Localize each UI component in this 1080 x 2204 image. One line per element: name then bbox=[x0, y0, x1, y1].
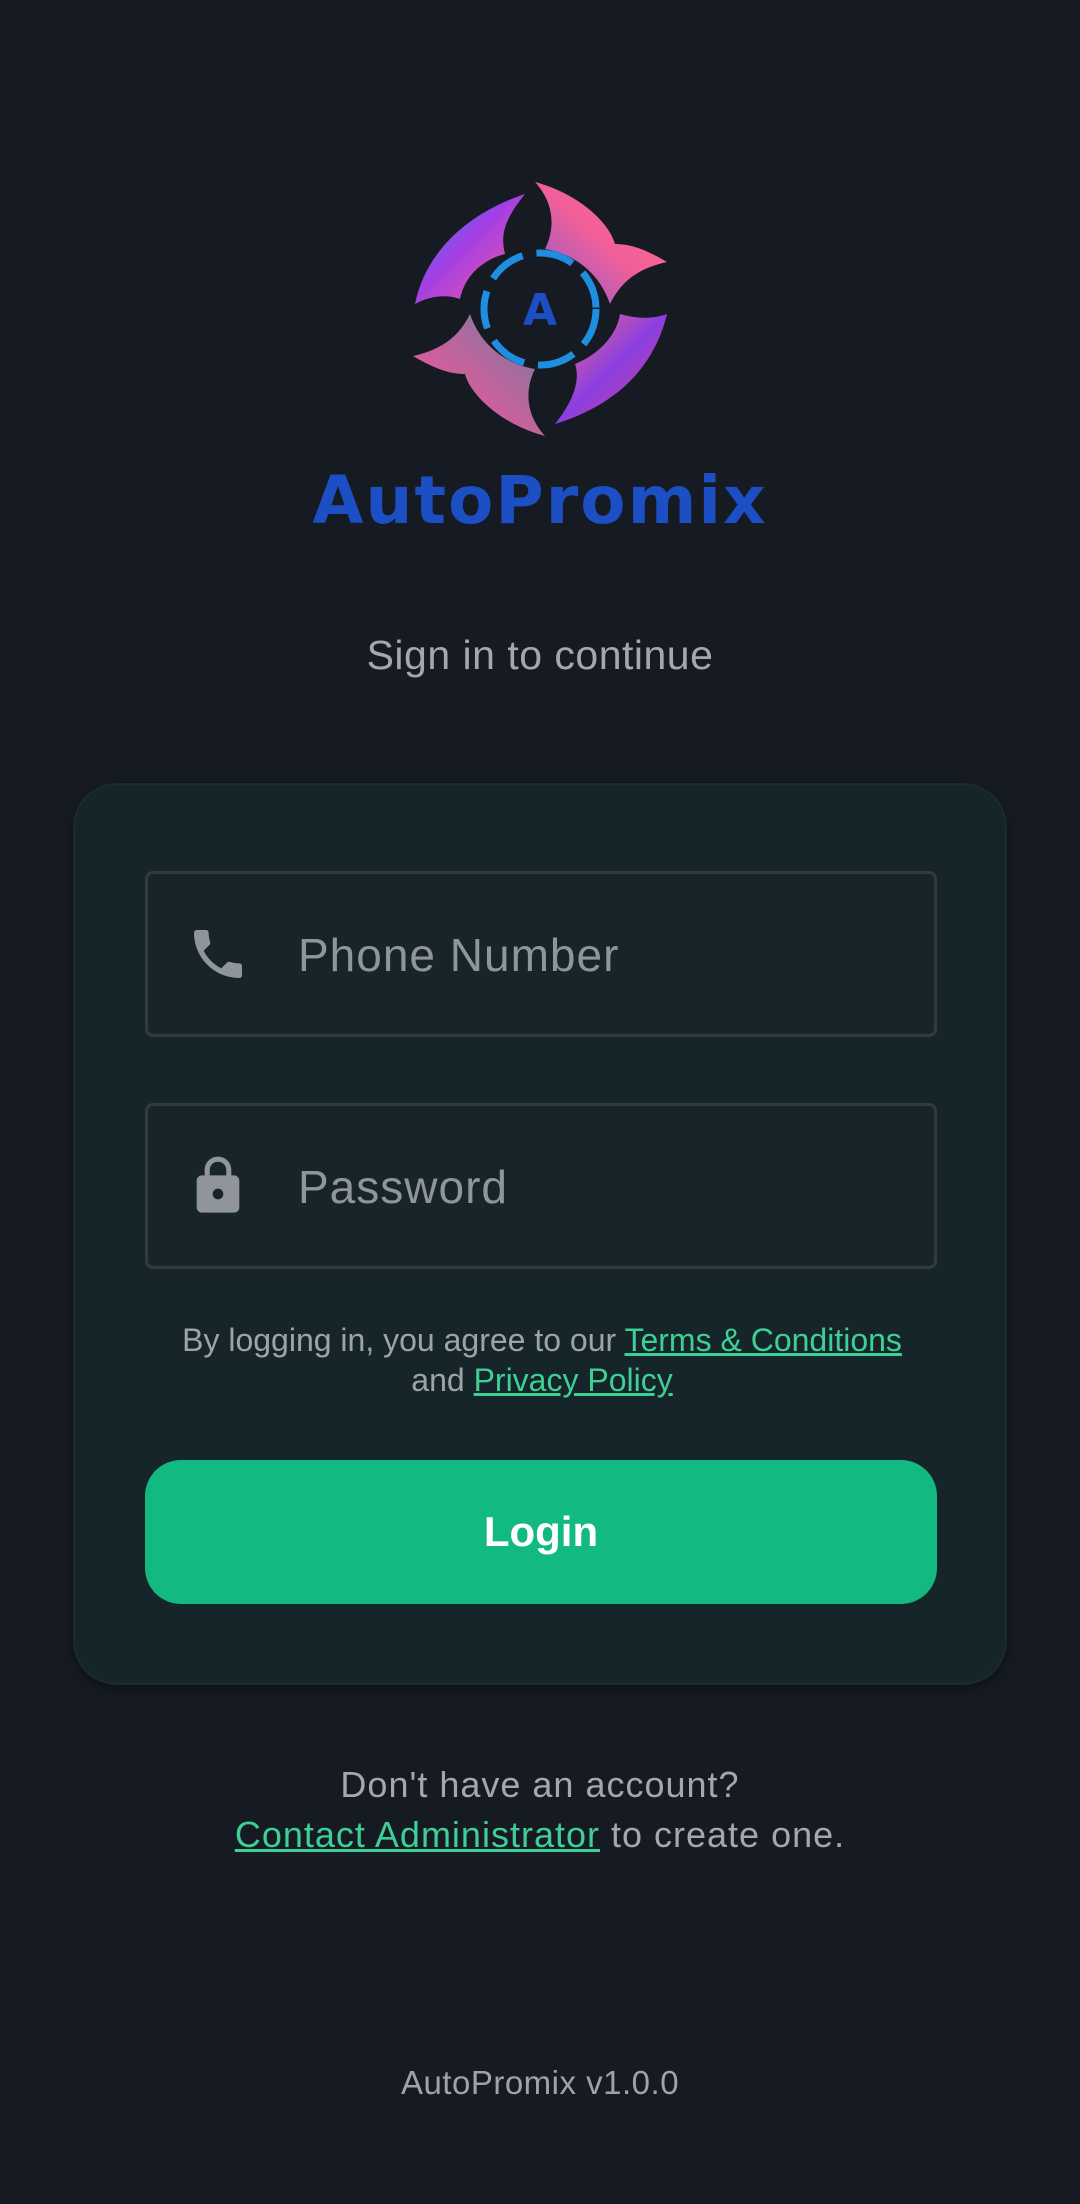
account-help: Don't have an account? Contact Administr… bbox=[0, 1760, 1080, 1860]
login-button[interactable]: Login bbox=[145, 1460, 937, 1604]
terms-prefix: By logging in, you agree to our bbox=[182, 1322, 617, 1358]
privacy-policy-link[interactable]: Privacy Policy bbox=[474, 1362, 673, 1398]
phone-field[interactable] bbox=[145, 871, 937, 1037]
brand-name: AutoPromix bbox=[312, 462, 768, 539]
terms-notice: By logging in, you agree to our Terms & … bbox=[75, 1320, 1009, 1400]
lock-icon bbox=[196, 1156, 240, 1213]
password-field[interactable] bbox=[145, 1103, 937, 1269]
page-subtitle: Sign in to continue bbox=[366, 632, 714, 678]
account-question: Don't have an account? bbox=[340, 1764, 740, 1805]
flame-swirl-logo-icon: A bbox=[413, 182, 667, 436]
login-card: By logging in, you agree to our Terms & … bbox=[73, 783, 1007, 1685]
contact-administrator-link[interactable]: Contact Administrator bbox=[235, 1814, 600, 1855]
logo-letter: A bbox=[523, 285, 557, 336]
logo-area: A AutoPromix bbox=[0, 160, 1080, 580]
password-input[interactable] bbox=[296, 1106, 920, 1268]
terms-conditions-link[interactable]: Terms & Conditions bbox=[624, 1322, 901, 1358]
terms-and: and bbox=[411, 1362, 465, 1398]
phone-icon bbox=[194, 930, 242, 978]
app-version: AutoPromix v1.0.0 bbox=[400, 2064, 680, 2101]
account-suffix: to create one. bbox=[611, 1814, 846, 1855]
phone-input[interactable] bbox=[296, 874, 920, 1036]
